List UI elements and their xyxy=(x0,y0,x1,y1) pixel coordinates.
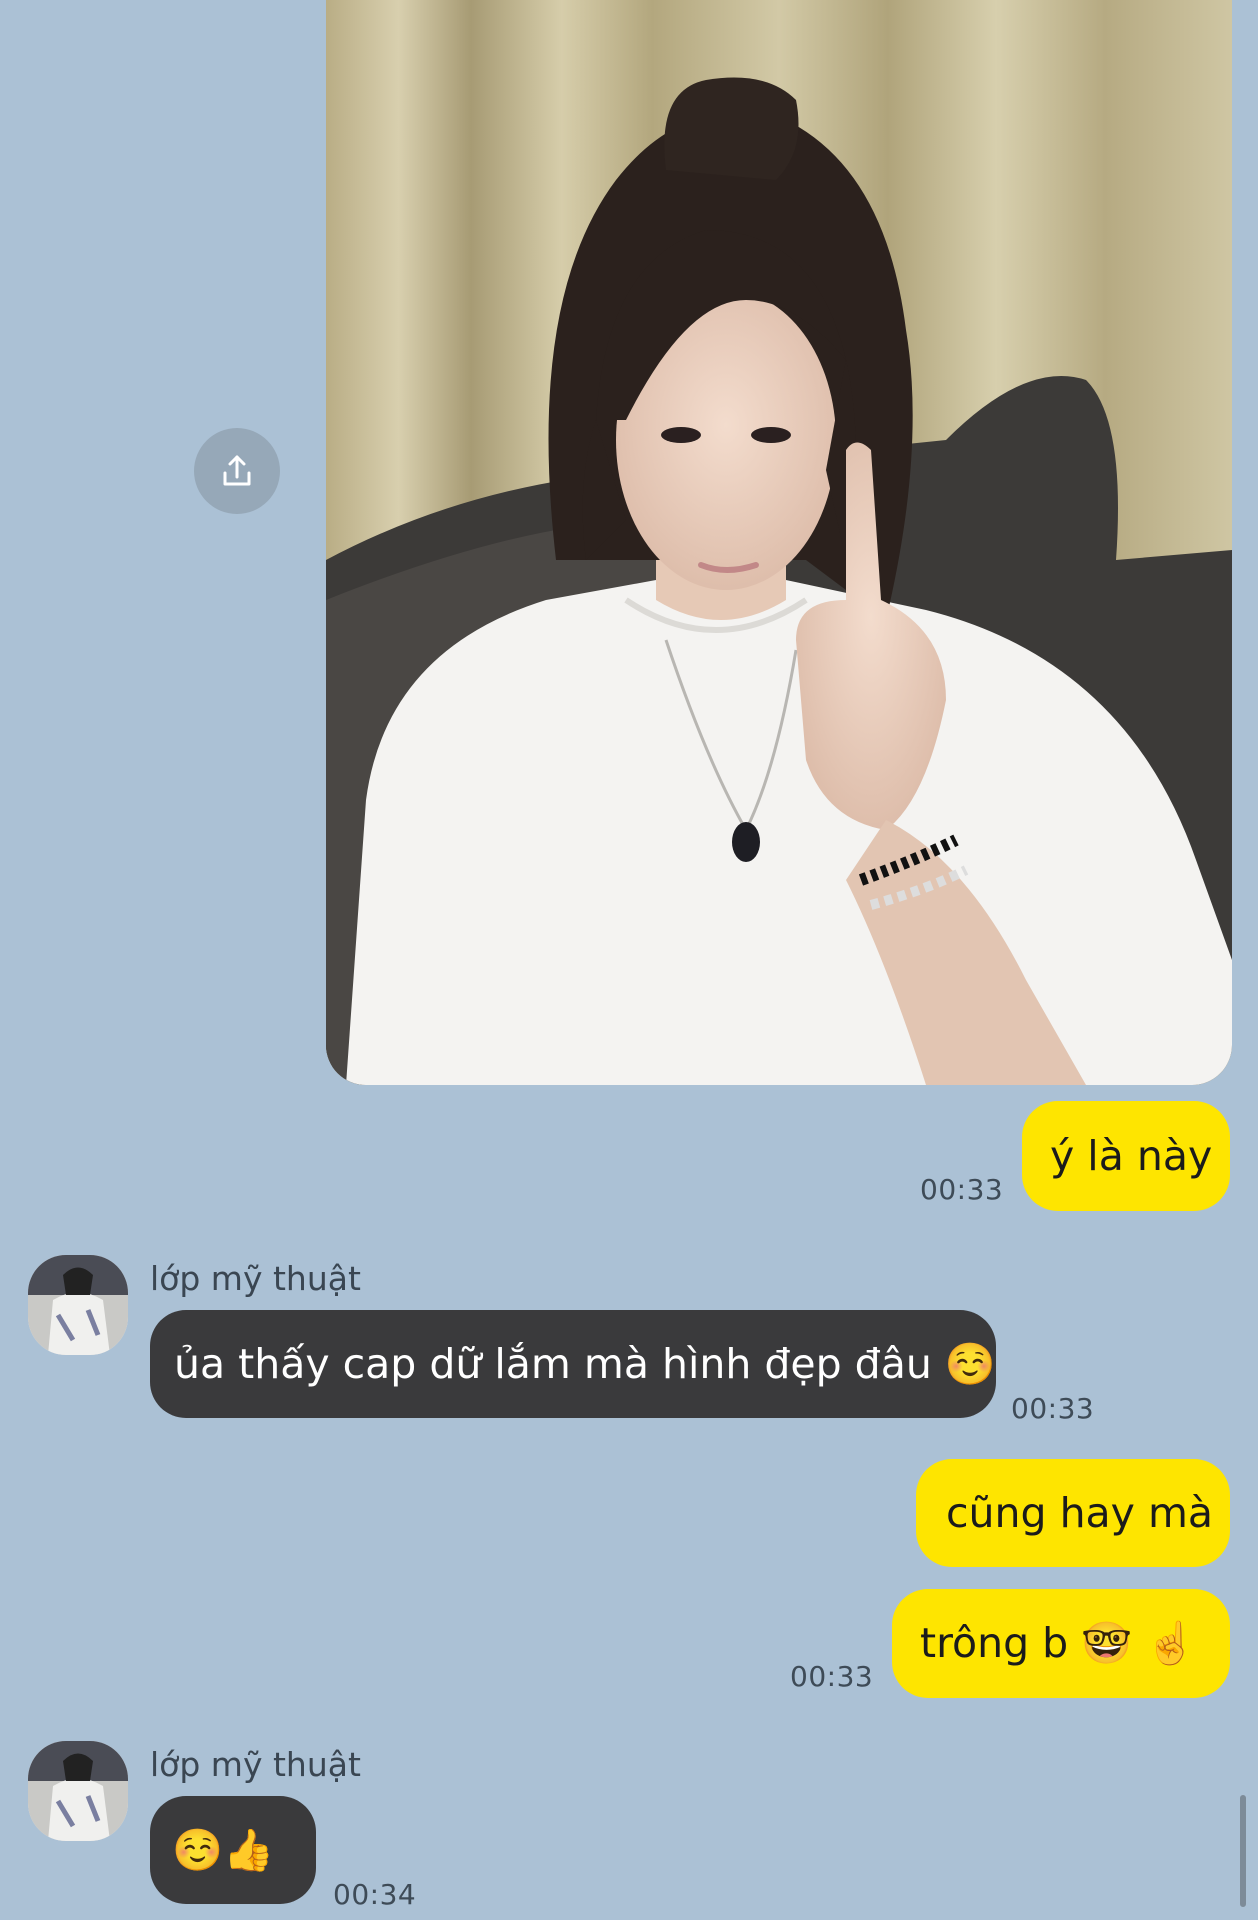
message-bubble-outgoing[interactable]: ý là này xyxy=(1022,1101,1230,1211)
message-bubble-outgoing[interactable]: cũng hay mà xyxy=(916,1459,1230,1567)
message-time: 00:33 xyxy=(790,1660,874,1693)
message-bubble-incoming[interactable]: ủa thấy cap dữ lắm mà hình đẹp đâu ☺️ xyxy=(150,1310,996,1418)
message-text: cũng hay mà xyxy=(946,1488,1214,1537)
shared-photo[interactable] xyxy=(326,0,1232,1085)
scrollbar[interactable] xyxy=(1240,1795,1246,1907)
message-time: 00:33 xyxy=(1011,1392,1095,1425)
avatar-image xyxy=(28,1255,128,1355)
avatar-image xyxy=(28,1741,128,1841)
message-text: ☺️👍 xyxy=(172,1825,275,1874)
message-time: 00:34 xyxy=(333,1878,417,1911)
message-bubble-incoming[interactable]: ☺️👍 xyxy=(150,1796,316,1904)
message-text: ý là này xyxy=(1050,1131,1213,1180)
photo-illustration xyxy=(326,0,1232,1085)
avatar[interactable] xyxy=(28,1741,128,1841)
share-button[interactable] xyxy=(194,428,280,514)
message-text: ủa thấy cap dữ lắm mà hình đẹp đâu ☺️ xyxy=(174,1339,996,1388)
sender-name: lớp mỹ thuật xyxy=(150,1259,361,1298)
message-time: 00:33 xyxy=(920,1173,1004,1206)
sender-name: lớp mỹ thuật xyxy=(150,1745,361,1784)
message-text: trông b 🤓 ☝️ xyxy=(920,1619,1197,1667)
message-bubble-outgoing[interactable]: trông b 🤓 ☝️ xyxy=(892,1589,1230,1698)
avatar[interactable] xyxy=(28,1255,128,1355)
share-upload-icon xyxy=(223,455,251,486)
